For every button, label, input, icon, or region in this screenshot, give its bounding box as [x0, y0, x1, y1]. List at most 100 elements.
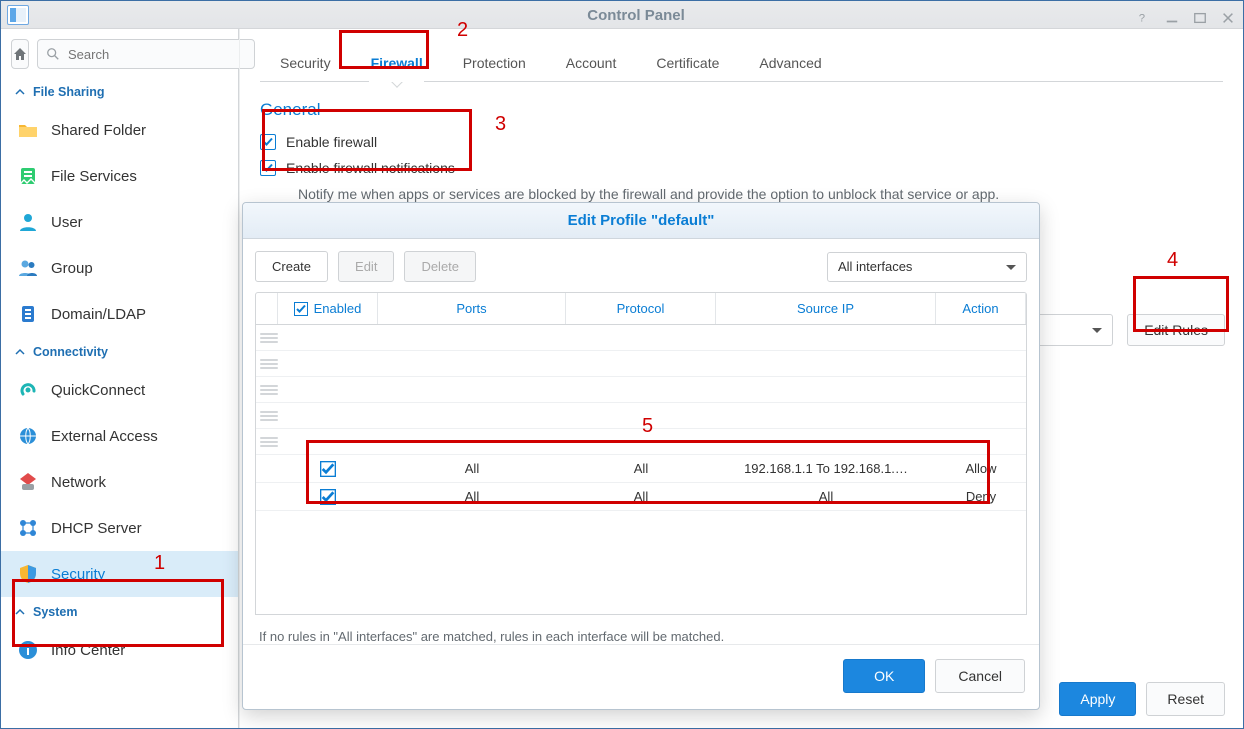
sidebar-item-user[interactable]: User — [1, 199, 238, 245]
rule-protocol: All — [566, 461, 716, 476]
minimize-icon[interactable] — [1165, 11, 1179, 28]
sidebar-item-external-access[interactable]: External Access — [1, 413, 238, 459]
search-input-wrap[interactable] — [37, 39, 255, 69]
sidebar-item-label: QuickConnect — [51, 382, 145, 399]
sidebar-item-dhcp-server[interactable]: DHCP Server — [1, 505, 238, 551]
chevron-up-icon — [15, 87, 25, 97]
chevron-up-icon — [15, 347, 25, 357]
task-strip: Control Panel — [1, 1, 1243, 29]
ok-button[interactable]: OK — [843, 659, 925, 693]
sidebar-item-info-center[interactable]: Info Center — [1, 627, 238, 673]
info-icon — [17, 639, 39, 661]
checkbox-enable-firewall[interactable]: Enable firewall — [260, 134, 1223, 150]
interface-select[interactable]: All interfaces — [827, 252, 1027, 282]
tab-protection[interactable]: Protection — [443, 45, 546, 81]
tabs: Security Firewall Protection Account Cer… — [260, 45, 1223, 82]
rule-source-ip: All — [716, 489, 936, 504]
help-icon[interactable]: ? — [1137, 11, 1151, 28]
col-action[interactable]: Action — [936, 293, 1026, 324]
edit-profile-modal: Edit Profile "default" Create Edit Delet… — [242, 202, 1040, 710]
interface-value: All interfaces — [838, 259, 912, 274]
checkbox-icon — [260, 160, 276, 176]
delete-button[interactable]: Delete — [404, 251, 476, 282]
section-system[interactable]: System — [1, 597, 238, 627]
ldap-icon — [17, 303, 39, 325]
tab-certificate[interactable]: Certificate — [636, 45, 739, 81]
col-protocol[interactable]: Protocol — [566, 293, 716, 324]
tab-firewall[interactable]: Firewall — [351, 45, 443, 81]
rule-source-ip: 192.168.1.1 To 192.168.1.… — [716, 461, 936, 476]
checkbox-icon — [260, 134, 276, 150]
sidebar-item-network[interactable]: Network — [1, 459, 238, 505]
section-label: System — [33, 605, 77, 619]
modal-note: If no rules in "All interfaces" are matc… — [255, 615, 1027, 644]
general-heading: General — [260, 100, 1223, 120]
rule-row[interactable]: All All 192.168.1.1 To 192.168.1.… Allow — [256, 455, 1026, 483]
maximize-icon[interactable] — [1193, 11, 1207, 28]
section-label: File Sharing — [33, 85, 105, 99]
home-button[interactable] — [11, 39, 29, 69]
sidebar-item-label: Domain/LDAP — [51, 306, 146, 323]
drag-handle-icon[interactable] — [260, 437, 278, 447]
rule-action: Deny — [936, 489, 1026, 504]
rule-ports: All — [378, 489, 566, 504]
checkbox-enable-notifications[interactable]: Enable firewall notifications — [260, 160, 1223, 176]
rule-row[interactable]: All All All Deny — [256, 483, 1026, 511]
reset-button[interactable]: Reset — [1146, 682, 1225, 716]
sidebar-item-domain-ldap[interactable]: Domain/LDAP — [1, 291, 238, 337]
network-icon — [17, 471, 39, 493]
tab-advanced[interactable]: Advanced — [739, 45, 841, 81]
search-input[interactable] — [66, 46, 246, 63]
dhcp-icon — [17, 517, 39, 539]
notification-help-text: Notify me when apps or services are bloc… — [298, 186, 1223, 202]
sidebar-item-label: File Services — [51, 168, 137, 185]
rule-ports: All — [378, 461, 566, 476]
checkbox-icon[interactable] — [320, 489, 336, 505]
sidebar-item-group[interactable]: Group — [1, 245, 238, 291]
header-checkbox-icon[interactable] — [294, 302, 308, 316]
sidebar-item-security[interactable]: Security — [1, 551, 238, 597]
file-services-icon — [17, 165, 39, 187]
edit-button[interactable]: Edit — [338, 251, 394, 282]
col-ports[interactable]: Ports — [378, 293, 566, 324]
sidebar-item-label: DHCP Server — [51, 520, 142, 537]
user-icon — [17, 211, 39, 233]
sidebar-item-label: Shared Folder — [51, 122, 146, 139]
drag-handle-icon[interactable] — [260, 411, 278, 421]
apply-button[interactable]: Apply — [1059, 682, 1136, 716]
drag-handle-icon[interactable] — [260, 333, 278, 343]
checkbox-icon[interactable] — [320, 461, 336, 477]
drag-handle-icon[interactable] — [260, 385, 278, 395]
tab-account[interactable]: Account — [546, 45, 637, 81]
checkbox-label: Enable firewall — [286, 134, 377, 150]
close-icon[interactable] — [1221, 11, 1235, 28]
col-source-ip[interactable]: Source IP — [716, 293, 936, 324]
sidebar-item-label: Group — [51, 260, 93, 277]
sidebar-item-shared-folder[interactable]: Shared Folder — [1, 107, 238, 153]
sidebar-item-label: User — [51, 214, 83, 231]
section-connectivity[interactable]: Connectivity — [1, 337, 238, 367]
rules-body: All All 192.168.1.1 To 192.168.1.… Allow… — [255, 325, 1027, 615]
section-file-sharing[interactable]: File Sharing — [1, 77, 238, 107]
sidebar-item-quickconnect[interactable]: QuickConnect — [1, 367, 238, 413]
section-label: Connectivity — [33, 345, 108, 359]
rule-action: Allow — [936, 461, 1026, 476]
cancel-button[interactable]: Cancel — [935, 659, 1025, 693]
quickconnect-icon — [17, 379, 39, 401]
app-icon[interactable] — [7, 5, 29, 25]
sidebar-item-file-services[interactable]: File Services — [1, 153, 238, 199]
rules-header: Enabled Ports Protocol Source IP Action — [255, 292, 1027, 325]
checkbox-label: Enable firewall notifications — [286, 160, 455, 176]
globe-icon — [17, 425, 39, 447]
sidebar-item-label: External Access — [51, 428, 158, 445]
tab-security[interactable]: Security — [260, 45, 351, 81]
edit-rules-button[interactable]: Edit Rules — [1127, 314, 1225, 346]
folder-icon — [17, 119, 39, 141]
search-icon — [46, 47, 60, 61]
modal-title: Edit Profile "default" — [243, 203, 1039, 239]
sidebar-item-label: Network — [51, 474, 106, 491]
shield-icon — [17, 563, 39, 585]
create-button[interactable]: Create — [255, 251, 328, 282]
svg-text:?: ? — [1139, 13, 1145, 25]
drag-handle-icon[interactable] — [260, 359, 278, 369]
